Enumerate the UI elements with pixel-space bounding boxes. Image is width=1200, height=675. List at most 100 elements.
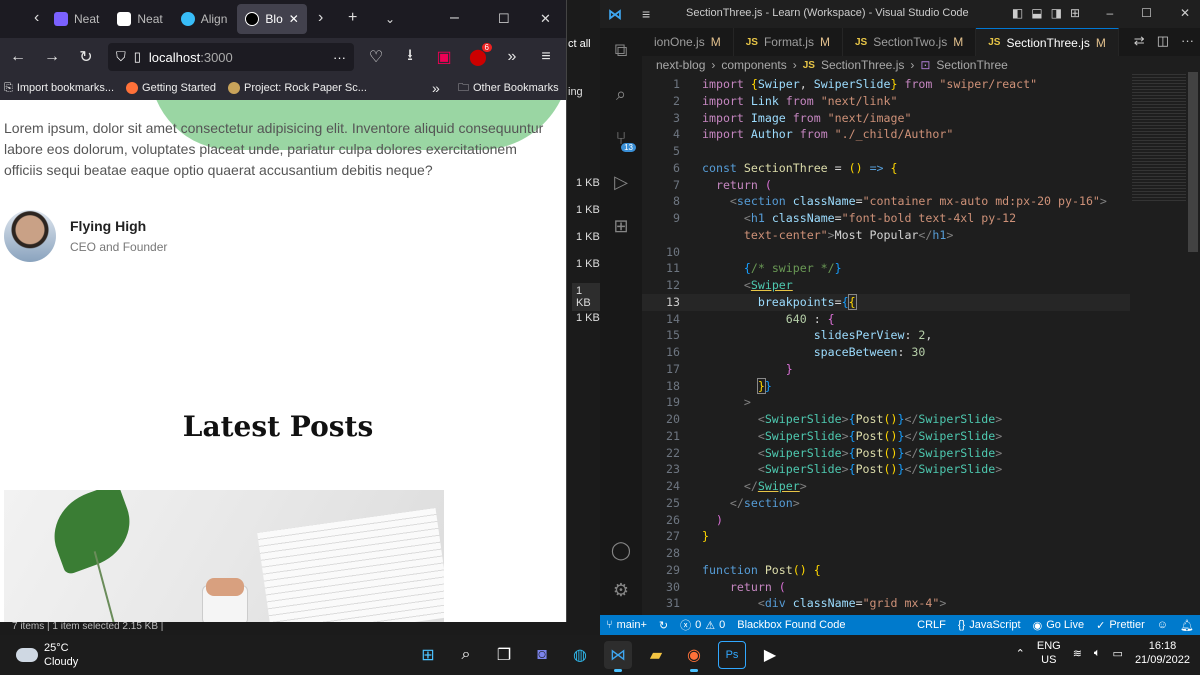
forward-icon[interactable]: →: [40, 48, 64, 66]
notifications-button[interactable]: 🔔︎: [1174, 619, 1200, 632]
minimap[interactable]: [1132, 72, 1186, 202]
close-window-icon[interactable]: ✕: [1180, 6, 1190, 20]
code-line: 3 import Image from "next/image": [673, 110, 912, 125]
wifi-icon[interactable]: ≋: [1073, 647, 1082, 660]
feedback-button[interactable]: ☺: [1151, 619, 1174, 631]
code-line: 29 function Post() {: [666, 562, 821, 577]
warning-icon: ⚠: [705, 619, 716, 632]
author-card[interactable]: Flying High CEO and Founder: [4, 210, 167, 262]
problems-status[interactable]: ⓧ 0 ⚠ 0: [674, 617, 731, 633]
compare-icon[interactable]: ⇄: [1134, 33, 1145, 49]
explorer-icon[interactable]: ⧉: [600, 28, 642, 72]
run-debug-icon[interactable]: ▷: [600, 160, 642, 204]
bookmark-project[interactable]: Project: Rock Paper Sc...: [228, 82, 367, 94]
new-tab-icon[interactable]: +: [348, 9, 357, 27]
bookmark-import[interactable]: ⎘ Import bookmarks...: [4, 82, 114, 95]
breadcrumb-item[interactable]: components: [721, 58, 786, 72]
browser-tab[interactable]: Neat: [46, 4, 107, 34]
split-editor-icon[interactable]: ◫: [1157, 33, 1169, 49]
url-bar[interactable]: ⛉ ▯ localhost:3000 ···: [108, 43, 354, 71]
back-icon[interactable]: ←: [6, 48, 30, 66]
volume-icon[interactable]: 🔈︎: [1094, 647, 1101, 660]
downloads-icon[interactable]: ⭳: [398, 44, 422, 71]
media-player-icon[interactable]: ▶: [756, 641, 784, 669]
code-editor[interactable]: 1 import {Swiper, SwiperSlide} from "swip…: [642, 76, 1130, 611]
shield-icon[interactable]: ⛉: [116, 49, 126, 65]
eol-status[interactable]: CRLF: [911, 619, 952, 631]
pocket-icon[interactable]: ♡: [364, 47, 388, 67]
toggle-secondary-sidebar-icon[interactable]: ◨: [1051, 6, 1062, 20]
task-view-icon[interactable]: ❐: [490, 641, 518, 669]
editor-tab[interactable]: JS SectionTwo.js M: [843, 28, 977, 56]
toggle-sidebar-icon[interactable]: ◧: [1012, 6, 1023, 20]
browser-tab[interactable]: Neat: [109, 4, 170, 34]
tab-scroll-right-icon[interactable]: ›: [318, 9, 323, 27]
maximize-icon[interactable]: ☐: [498, 11, 510, 27]
language-indicator[interactable]: ENG US: [1037, 639, 1061, 667]
settings-gear-icon[interactable]: ⚙: [600, 568, 642, 612]
code-line: 2 import Link from "next/link": [673, 93, 898, 108]
windows-start-icon[interactable]: ⊞: [414, 641, 442, 669]
editor-tab[interactable]: JS Format.js M: [734, 28, 843, 56]
file-size: 1 KB: [576, 258, 600, 270]
page-actions-icon[interactable]: ···: [333, 50, 346, 65]
browser-tab-active[interactable]: Blo ✕: [237, 4, 307, 34]
search-icon[interactable]: ⌕: [600, 72, 642, 116]
close-tab-icon[interactable]: ✕: [289, 12, 299, 26]
more-actions-icon[interactable]: ···: [1181, 33, 1194, 49]
reload-icon[interactable]: ↻: [74, 47, 98, 67]
vscode-taskbar-icon[interactable]: ⋈: [604, 641, 632, 672]
account-icon[interactable]: ◯: [600, 528, 642, 572]
prettier-status[interactable]: ✓ Prettier: [1090, 619, 1151, 632]
photoshop-icon[interactable]: Ps: [718, 641, 746, 669]
search-icon[interactable]: ⌕: [452, 641, 480, 669]
show-hidden-icons-icon[interactable]: ⌃: [1016, 647, 1025, 660]
edge-icon[interactable]: ◍: [566, 641, 594, 669]
file-size-selected[interactable]: 1 KB: [572, 283, 600, 311]
explorer-nav-text[interactable]: ing: [568, 86, 583, 98]
go-live-button[interactable]: ◉ Go Live: [1027, 619, 1091, 632]
maximize-icon[interactable]: ☐: [1141, 6, 1152, 20]
minimize-icon[interactable]: –: [450, 9, 459, 27]
toggle-panel-icon[interactable]: ⬓: [1031, 6, 1042, 20]
source-control-icon[interactable]: ⑂ 13: [600, 116, 642, 160]
other-bookmarks[interactable]: 🗀 Other Bookmarks: [458, 79, 559, 98]
tab-label: SectionThree.js: [1006, 35, 1090, 50]
firefox-tab-bar: ‹ Neat Neat Align Blo ✕ › + ⌄ – ☐ ✕: [0, 0, 566, 38]
select-all-button[interactable]: ct all: [568, 38, 591, 50]
menu-icon[interactable]: ≡: [642, 6, 650, 22]
hamburger-menu-icon[interactable]: ≡: [534, 48, 558, 66]
blackbox-status[interactable]: Blackbox Found Code: [731, 619, 851, 631]
file-explorer-icon[interactable]: ▰: [642, 641, 670, 669]
more-tools-icon[interactable]: »: [500, 48, 524, 66]
post-image[interactable]: [4, 490, 444, 622]
firefox-taskbar-icon[interactable]: ◉: [680, 641, 708, 672]
battery-icon[interactable]: ▭: [1113, 647, 1123, 660]
weather-widget[interactable]: 25°C Cloudy: [16, 641, 78, 669]
breadcrumb-item[interactable]: next-blog: [656, 58, 705, 72]
clock[interactable]: 16:18 21/09/2022: [1135, 639, 1190, 667]
more-bookmarks-icon[interactable]: »: [432, 80, 440, 96]
breadcrumb-item[interactable]: SectionThree.js: [821, 58, 904, 72]
minimize-icon[interactable]: –: [1106, 6, 1113, 20]
editor-tab[interactable]: ionOne.js M: [642, 28, 734, 56]
customize-layout-icon[interactable]: ⊞: [1070, 6, 1080, 20]
error-icon: ⓧ: [680, 620, 692, 632]
bookmark-getting-started[interactable]: Getting Started: [126, 82, 216, 94]
sync-button[interactable]: ↻: [653, 619, 674, 632]
tab-scroll-left-icon[interactable]: ‹: [34, 9, 39, 27]
browser-tab[interactable]: Align: [173, 4, 236, 34]
extension-icon[interactable]: ▣: [432, 47, 456, 67]
language-mode[interactable]: {} JavaScript: [952, 619, 1027, 631]
editor-tab-active[interactable]: JS SectionThree.js M: [976, 28, 1119, 56]
weather-condition: Cloudy: [44, 656, 79, 668]
branch-status[interactable]: ⑂ main+: [600, 619, 653, 631]
editor-scrollbar[interactable]: [1188, 72, 1198, 252]
breadcrumb-item[interactable]: SectionThree: [936, 58, 1007, 72]
author-name[interactable]: Flying High: [70, 218, 167, 234]
ublock-icon[interactable]: ⬤ 6: [466, 43, 492, 67]
chat-icon[interactable]: ◙: [528, 641, 556, 669]
list-tabs-icon[interactable]: ⌄: [385, 12, 395, 26]
extensions-icon[interactable]: ⊞: [600, 204, 642, 248]
close-window-icon[interactable]: ✕: [540, 11, 551, 27]
